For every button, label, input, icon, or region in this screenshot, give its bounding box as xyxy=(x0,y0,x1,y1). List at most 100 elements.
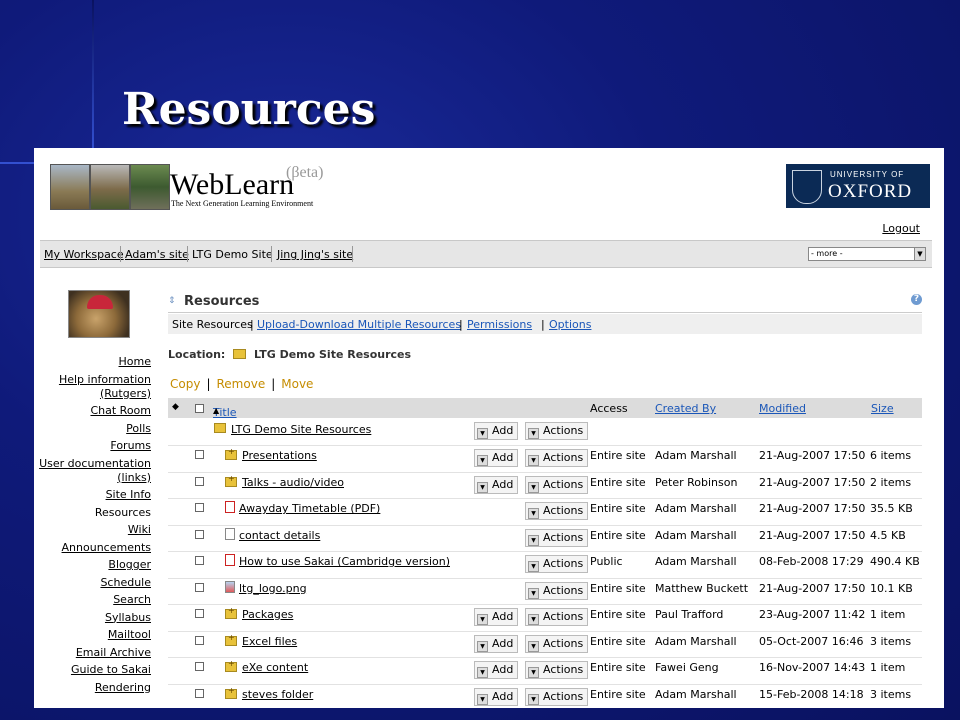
location-label: Location: xyxy=(168,348,226,361)
actions-button[interactable]: ▼ Actions xyxy=(525,661,589,679)
actions-button[interactable]: ▼ Actions xyxy=(525,528,589,547)
root-folder-link[interactable]: LTG Demo Site Resources xyxy=(231,423,371,436)
folder-add-icon[interactable] xyxy=(225,606,237,619)
row-checkbox[interactable] xyxy=(195,450,204,459)
resource-title-link[interactable]: Presentations xyxy=(242,449,317,462)
row-checkbox[interactable] xyxy=(195,688,204,698)
menu-blogger[interactable]: Blogger xyxy=(34,558,151,572)
menu-site-info[interactable]: Site Info xyxy=(34,488,151,502)
folder-add-icon[interactable] xyxy=(225,474,237,487)
menu-schedule[interactable]: Schedule xyxy=(34,576,151,590)
column-size-header[interactable]: Size xyxy=(871,402,894,415)
folder-add-icon[interactable] xyxy=(225,447,237,460)
add-button[interactable]: ▼ Add xyxy=(474,475,519,494)
resource-title-link[interactable]: eXe content xyxy=(242,661,308,674)
menu-help-information[interactable]: Help information (Rutgers) xyxy=(34,373,151,401)
actions-button[interactable]: ▼ Actions xyxy=(525,502,589,520)
menu-wiki[interactable]: Wiki xyxy=(34,523,151,537)
resource-title-link[interactable]: contact details xyxy=(239,529,320,542)
resource-title-link[interactable]: Awayday Timetable (PDF) xyxy=(239,502,380,515)
modified-cell: 15-Feb-2008 14:18 xyxy=(759,687,864,701)
folder-add-icon[interactable] xyxy=(225,633,237,646)
more-sites-select[interactable]: - more - ▼ xyxy=(808,247,926,261)
expand-arrows-icon[interactable]: ⇕ xyxy=(168,296,176,306)
modified-cell: 16-Nov-2007 14:43 xyxy=(759,661,866,674)
row-checkbox[interactable] xyxy=(195,582,204,592)
add-button[interactable]: ▼ Add xyxy=(474,422,519,440)
column-modified-header[interactable]: Modified xyxy=(759,402,806,415)
modified-cell: 08-Feb-2008 17:29 xyxy=(759,555,864,568)
copy-action[interactable]: Copy xyxy=(170,377,200,391)
menu-search[interactable]: Search xyxy=(34,593,151,607)
banner-photo-radcliffe xyxy=(50,164,90,210)
folder-add-icon[interactable] xyxy=(225,659,237,672)
expand-collapse-icon[interactable]: ◆ xyxy=(172,402,179,412)
actions-button[interactable]: ▼ Actions xyxy=(525,581,589,600)
folder-icon xyxy=(214,423,226,433)
actions-button[interactable]: ▼ Actions xyxy=(525,634,589,653)
menu-announcements[interactable]: Announcements xyxy=(34,541,151,555)
toolbar-permissions[interactable]: Permissions xyxy=(467,318,532,331)
add-button[interactable]: ▼ Add xyxy=(474,634,519,653)
access-cell: Entire site xyxy=(590,661,646,674)
menu-home[interactable]: Home xyxy=(34,355,151,369)
select-all-checkbox[interactable] xyxy=(195,404,204,413)
row-checkbox[interactable] xyxy=(195,635,204,645)
resource-title-link[interactable]: Talks - audio/video xyxy=(242,476,344,489)
resource-title-link[interactable]: Excel files xyxy=(242,635,297,648)
actions-button[interactable]: ▼ Actions xyxy=(525,608,589,626)
resource-title-link[interactable]: How to use Sakai (Cambridge version) xyxy=(239,555,450,568)
actions-button[interactable]: ▼ Actions xyxy=(525,449,589,467)
add-button[interactable]: ▼ Add xyxy=(474,608,519,626)
move-action[interactable]: Move xyxy=(281,377,313,391)
toolbar-upload-download[interactable]: Upload-Download Multiple Resources xyxy=(257,318,461,331)
folder-add-icon[interactable] xyxy=(225,686,237,699)
toolbar-site-resources: Site Resources xyxy=(172,318,253,331)
actions-button-label: Actions xyxy=(543,636,584,650)
menu-mailtool[interactable]: Mailtool xyxy=(34,628,151,642)
resource-title-link[interactable]: ltg_logo.png xyxy=(239,582,307,595)
menu-user-documentation[interactable]: User documentation (links) xyxy=(34,457,151,485)
row-checkbox[interactable] xyxy=(195,609,204,618)
actions-button[interactable]: ▼ Actions xyxy=(525,422,589,440)
modified-cell: 05-Oct-2007 16:46 xyxy=(759,634,864,648)
toolbar-options[interactable]: Options xyxy=(549,318,591,331)
nav-adams-site[interactable]: Adam's site xyxy=(125,248,189,261)
menu-guide-to-sakai[interactable]: Guide to Sakai xyxy=(34,663,151,677)
row-checkbox[interactable] xyxy=(195,503,204,512)
image-file-icon xyxy=(225,580,235,593)
modified-cell: 21-Aug-2007 17:50 xyxy=(759,449,866,462)
nav-jing-jings-site[interactable]: Jing Jing's site xyxy=(277,248,353,261)
add-button[interactable]: ▼ Add xyxy=(474,661,519,679)
resource-title-link[interactable]: Packages xyxy=(242,608,293,621)
logout-link[interactable]: Logout xyxy=(882,222,920,235)
add-button-label: Add xyxy=(492,610,514,623)
actions-button[interactable]: ▼ Actions xyxy=(525,555,589,573)
help-icon[interactable]: ? xyxy=(911,294,922,305)
menu-email-archive[interactable]: Email Archive xyxy=(34,646,151,660)
menu-forums[interactable]: Forums xyxy=(34,439,151,453)
actions-button-label: Actions xyxy=(543,689,584,703)
menu-polls[interactable]: Polls xyxy=(34,422,151,436)
created-by-cell: Paul Trafford xyxy=(655,608,724,621)
nav-my-workspace[interactable]: My Workspace xyxy=(44,248,124,261)
row-checkbox[interactable] xyxy=(195,529,204,539)
created-by-cell: Fawei Geng xyxy=(655,661,719,674)
add-button[interactable]: ▼ Add xyxy=(474,449,519,467)
chevron-down-icon: ▼ xyxy=(528,587,539,599)
created-by-cell: Adam Marshall xyxy=(655,555,737,568)
actions-button[interactable]: ▼ Actions xyxy=(525,687,589,706)
actions-button[interactable]: ▼ Actions xyxy=(525,475,589,494)
location-value: LTG Demo Site Resources xyxy=(254,348,412,361)
column-created-by-header[interactable]: Created By xyxy=(655,402,716,415)
menu-rendering[interactable]: Rendering xyxy=(34,681,151,695)
row-checkbox[interactable] xyxy=(195,556,204,565)
row-checkbox[interactable] xyxy=(195,476,204,486)
resource-title-link[interactable]: steves folder xyxy=(242,688,313,701)
chevron-down-icon: ▼ xyxy=(528,614,539,625)
menu-chat-room[interactable]: Chat Room xyxy=(34,404,151,418)
add-button[interactable]: ▼ Add xyxy=(474,687,519,706)
remove-action[interactable]: Remove xyxy=(217,377,266,391)
menu-syllabus[interactable]: Syllabus xyxy=(34,611,151,625)
row-checkbox[interactable] xyxy=(195,662,204,671)
